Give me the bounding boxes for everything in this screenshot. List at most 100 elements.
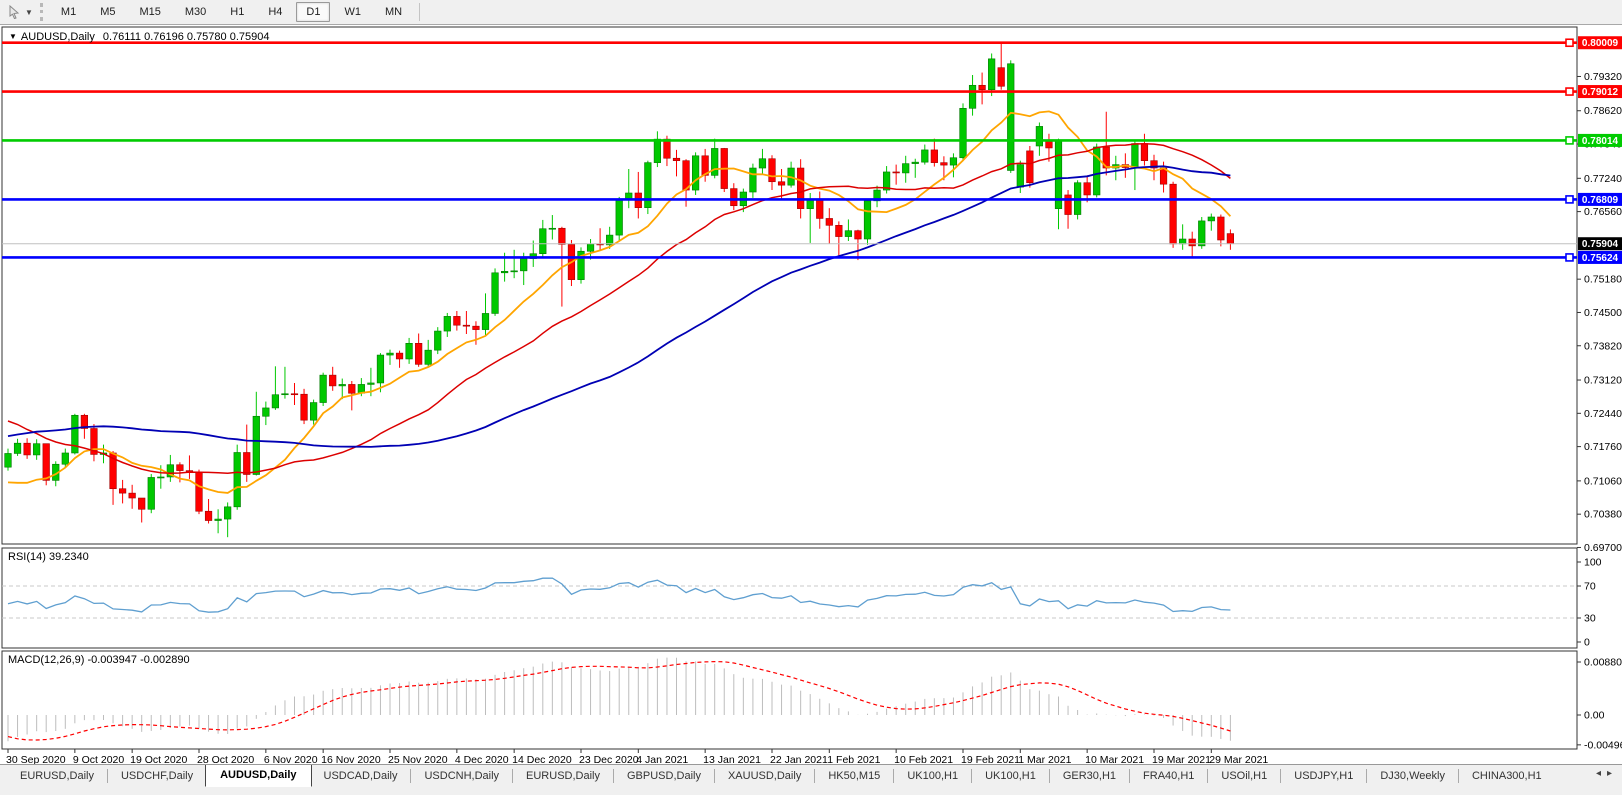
macd-axis-label: -0.004961	[1584, 739, 1622, 751]
timeframe-button-m1[interactable]: M1	[51, 2, 86, 22]
bear-candle-body	[291, 394, 298, 395]
bull-candle-body	[549, 228, 556, 229]
tab-usdcad-daily[interactable]: USDCAD,Daily	[312, 766, 410, 787]
bear-candle-body	[24, 443, 31, 455]
tab-audusd-daily[interactable]: AUDUSD,Daily	[205, 764, 311, 787]
tab-gbpusd-daily[interactable]: GBPUSD,Daily	[615, 766, 713, 787]
bear-candle-body	[205, 511, 212, 520]
bear-candle-body	[415, 343, 422, 364]
bull-candle-body	[511, 271, 518, 272]
bear-candle-body	[1027, 151, 1034, 183]
timeframe-button-h4[interactable]: H4	[258, 2, 292, 22]
toolbar-grip[interactable]	[40, 3, 43, 21]
bull-candle-body	[645, 163, 652, 208]
macd-panel[interactable]	[2, 651, 1577, 749]
bull-candle-body	[864, 201, 871, 239]
tab-eurusd-daily[interactable]: EURUSD,Daily	[8, 766, 106, 787]
timeframe-button-mn[interactable]: MN	[375, 2, 412, 22]
price-axis-label: 0.69700	[1584, 542, 1622, 554]
line-drag-handle[interactable]	[1566, 137, 1573, 144]
timeframe-button-w1[interactable]: W1	[334, 2, 371, 22]
price-axis-label: 0.77240	[1584, 173, 1622, 185]
cursor-tool-icon[interactable]	[4, 3, 24, 21]
bull-candle-body	[5, 453, 12, 467]
bear-candle-body	[797, 168, 804, 209]
bull-candle-body	[1179, 239, 1186, 244]
bull-candle-body	[482, 313, 489, 329]
bear-candle-body	[1218, 217, 1225, 240]
bear-candle-body	[683, 161, 690, 190]
line-drag-handle[interactable]	[1566, 196, 1573, 203]
tab-fra40-h1[interactable]: FRA40,H1	[1131, 766, 1206, 787]
bull-candle-body	[845, 231, 852, 237]
timeframe-button-m5[interactable]: M5	[90, 2, 125, 22]
bull-candle-body	[234, 452, 241, 506]
tab-uk100-h1[interactable]: UK100,H1	[973, 766, 1048, 787]
bear-candle-body	[731, 189, 738, 206]
bear-candle-body	[196, 472, 203, 511]
collapse-arrow-icon[interactable]: ▼	[9, 32, 17, 41]
tab-usdchf-daily[interactable]: USDCHF,Daily	[109, 766, 205, 787]
bull-candle-body	[501, 271, 508, 272]
tab-separator	[1458, 769, 1459, 783]
top-toolbar: ▼ M1M5M15M30H1H4D1W1MN	[0, 0, 1622, 25]
tab-eurusd-daily[interactable]: EURUSD,Daily	[514, 766, 612, 787]
timeframe-button-m30[interactable]: M30	[175, 2, 216, 22]
bull-candle-body	[950, 158, 957, 165]
tab-separator	[814, 769, 815, 783]
bear-candle-body	[1170, 184, 1177, 244]
chart-canvas[interactable]: 0.793200.786200.779400.772400.765600.751…	[0, 26, 1622, 766]
tab-separator	[1280, 769, 1281, 783]
bull-candle-body	[1208, 217, 1215, 221]
bear-candle-body	[826, 218, 833, 225]
line-drag-handle[interactable]	[1566, 88, 1573, 95]
timeframe-button-h1[interactable]: H1	[220, 2, 254, 22]
bull-candle-body	[444, 316, 451, 331]
tab-ger30-h1[interactable]: GER30,H1	[1051, 766, 1128, 787]
tab-china300-h1[interactable]: CHINA300,H1	[1460, 766, 1554, 787]
tab-usdjpy-h1[interactable]: USDJPY,H1	[1282, 766, 1365, 787]
bull-candle-body	[654, 139, 661, 163]
cursor-dropdown-arrow-icon[interactable]: ▼	[25, 8, 33, 17]
price-level-tag: 0.78014	[1582, 136, 1619, 147]
tab-scroll-left-icon[interactable]: ◂	[1596, 768, 1607, 779]
bear-candle-body	[177, 465, 184, 471]
tab-separator	[1049, 769, 1050, 783]
toolbar-separator	[419, 3, 420, 21]
tab-dj30-weekly[interactable]: DJ30,Weekly	[1368, 766, 1457, 787]
bull-candle-body	[759, 159, 766, 168]
timeframe-button-m15[interactable]: M15	[129, 2, 170, 22]
macd-indicator-label: MACD(12,26,9) -0.003947 -0.002890	[8, 654, 190, 666]
bull-candle-body	[912, 162, 919, 163]
bull-candle-body	[492, 273, 499, 314]
bull-candle-body	[922, 150, 929, 162]
price-axis-label: 0.74500	[1584, 307, 1622, 319]
symbol-tab-bar: EURUSD,DailyUSDCHF,DailyAUDUSD,DailyUSDC…	[0, 764, 1622, 787]
bull-candle-body	[692, 156, 699, 190]
bear-candle-body	[1065, 195, 1072, 215]
symbol-tabs: EURUSD,DailyUSDCHF,DailyAUDUSD,DailyUSDC…	[8, 765, 1554, 787]
bear-candle-body	[129, 493, 136, 498]
tab-separator	[971, 769, 972, 783]
tab-separator	[613, 769, 614, 783]
timeframe-button-d1[interactable]: D1	[296, 2, 330, 22]
tab-scroll-right-icon[interactable]: ▸	[1607, 768, 1618, 779]
line-drag-handle[interactable]	[1566, 39, 1573, 46]
bull-candle-body	[406, 343, 413, 359]
bear-candle-body	[673, 158, 680, 160]
price-axis-label: 0.73120	[1584, 375, 1622, 387]
line-drag-handle[interactable]	[1566, 254, 1573, 261]
macd-axis-label: 0.008807	[1584, 656, 1622, 668]
bull-candle-body	[807, 200, 814, 209]
bull-candle-body	[1198, 221, 1205, 246]
tab-uk100-h1[interactable]: UK100,H1	[895, 766, 970, 787]
price-axis-label: 0.72440	[1584, 408, 1622, 420]
price-axis-label: 0.78620	[1584, 105, 1622, 117]
price-level-tag: 0.79012	[1582, 87, 1619, 98]
tab-hk50-m15[interactable]: HK50,M15	[816, 766, 892, 787]
price-level-tag: 0.76809	[1582, 195, 1619, 206]
tab-usdcnh-daily[interactable]: USDCNH,Daily	[412, 766, 511, 787]
bull-candle-body	[62, 453, 69, 464]
tab-xauusd-daily[interactable]: XAUUSD,Daily	[716, 766, 813, 787]
tab-usoil-h1[interactable]: USOil,H1	[1209, 766, 1279, 787]
